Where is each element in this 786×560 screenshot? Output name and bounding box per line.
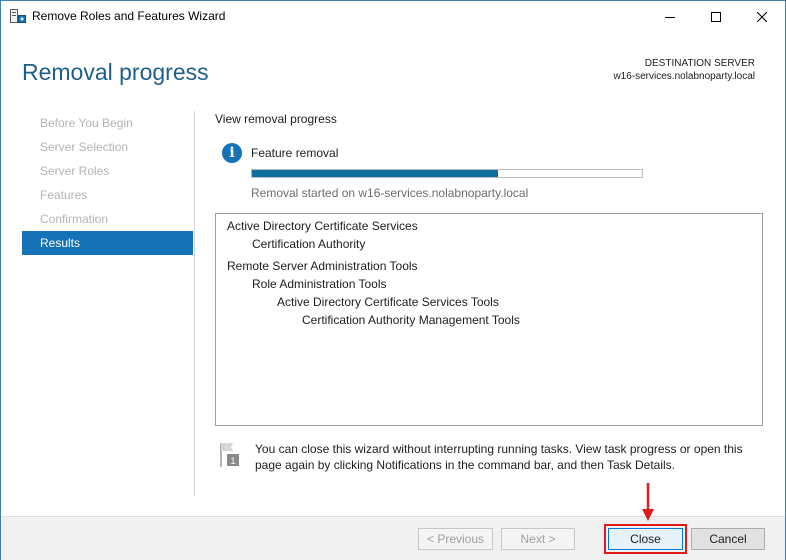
wizard-window: Remove Roles and Features Wizard Removal… <box>0 0 786 560</box>
maximize-button[interactable] <box>693 1 739 32</box>
title-bar: Remove Roles and Features Wizard <box>1 1 785 32</box>
result-item: Certification Authority Management Tools <box>302 313 520 327</box>
result-item: Active Directory Certificate Services <box>227 219 418 233</box>
wizard-steps-nav: Before You Begin Server Selection Server… <box>22 111 193 255</box>
nav-item-before-you-begin: Before You Begin <box>40 116 133 130</box>
destination-server: w16-services.nolabnoparty.local <box>613 71 755 82</box>
progress-bar <box>251 169 643 178</box>
maximize-icon <box>711 11 721 22</box>
info-icon: i <box>222 143 242 163</box>
server-manager-icon <box>10 9 26 23</box>
result-item: Active Directory Certificate Services To… <box>277 295 499 309</box>
annotation-arrow-icon <box>642 483 654 521</box>
result-item: Role Administration Tools <box>252 277 387 291</box>
nav-item-features: Features <box>40 188 88 202</box>
nav-item-server-roles: Server Roles <box>40 164 110 178</box>
annotation-highlight-box <box>604 524 687 554</box>
nav-item-server-selection: Server Selection <box>40 140 129 154</box>
window-title: Remove Roles and Features Wizard <box>32 9 226 23</box>
minimize-button[interactable] <box>647 1 693 32</box>
minimize-icon <box>665 16 675 18</box>
nav-item-confirmation: Confirmation <box>40 212 109 226</box>
nav-item-results[interactable]: Results <box>22 231 193 255</box>
progress-status: Removal started on w16-services.nolabnop… <box>251 186 529 200</box>
next-button[interactable]: Next > <box>501 528 575 550</box>
cancel-button[interactable]: Cancel <box>691 528 765 550</box>
nav-divider <box>194 111 195 496</box>
result-item: Remote Server Administration Tools <box>227 259 418 273</box>
notification-note: You can close this wizard without interr… <box>255 442 743 472</box>
section-label: View removal progress <box>215 112 337 126</box>
close-window-button[interactable] <box>739 1 785 32</box>
previous-button[interactable]: < Previous <box>418 528 493 550</box>
note-icon-number: 1 <box>230 456 235 466</box>
page-title: Removal progress <box>22 59 209 85</box>
progress-bar-fill <box>252 170 498 177</box>
feature-removal-label: Feature removal <box>251 146 339 160</box>
results-list[interactable]: Active Directory Certificate Services Ce… <box>215 213 763 426</box>
result-item: Certification Authority <box>252 237 366 251</box>
destination-label: DESTINATION SERVER <box>644 58 755 69</box>
notification-flag-icon: 1 <box>220 443 239 467</box>
close-icon <box>757 11 767 22</box>
